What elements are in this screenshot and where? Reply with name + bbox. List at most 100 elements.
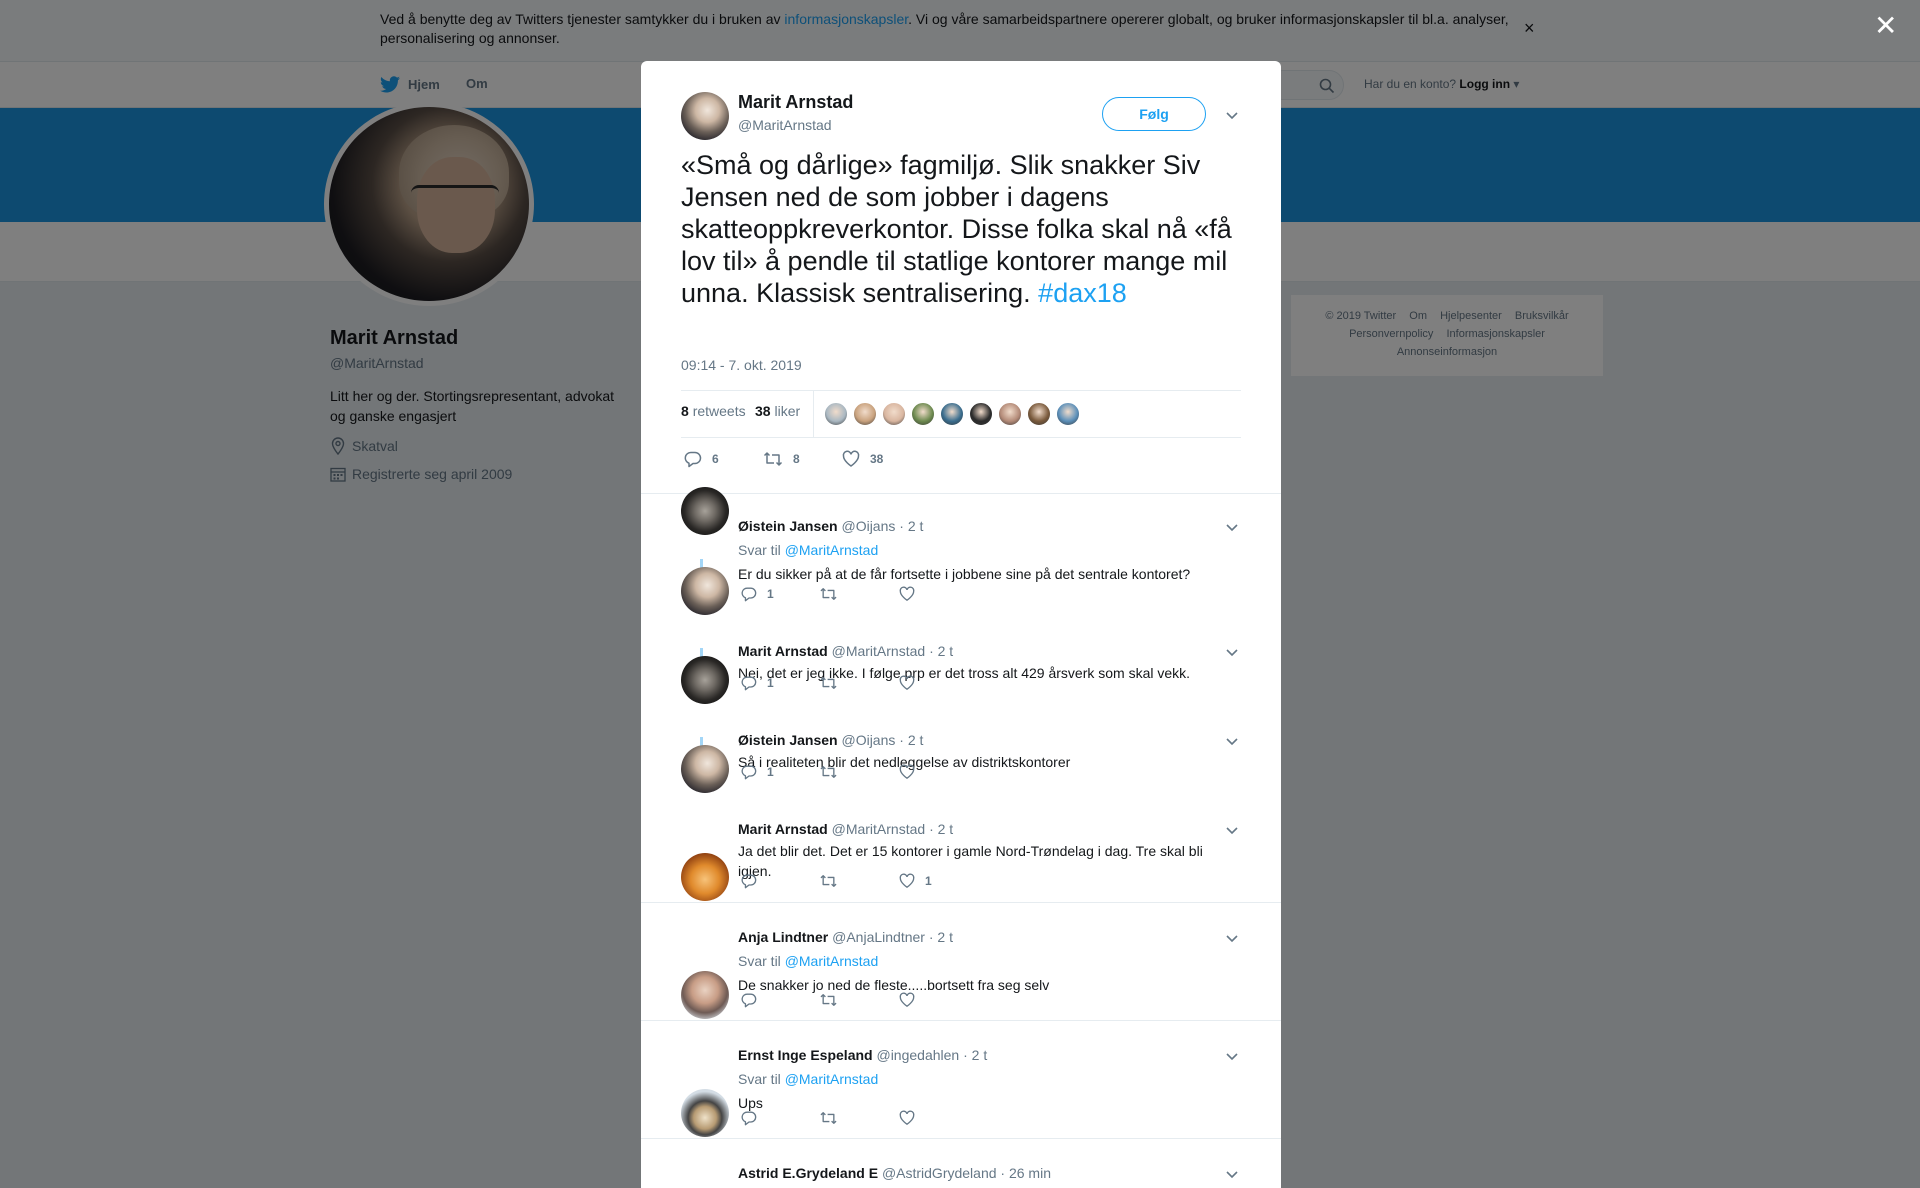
like-action[interactable] [899,586,925,602]
reply-author-handle[interactable]: @Oijans [841,518,895,534]
reply-author-name[interactable]: Øistein Jansen [738,732,838,748]
liker-avatar[interactable] [940,402,964,426]
author-name[interactable]: Marit Arnstad [738,92,853,113]
reply-action[interactable]: 1 [741,586,774,602]
reply-author-name[interactable]: Marit Arnstad [738,821,828,837]
chevron-down-icon[interactable] [1224,735,1240,747]
reply-avatar[interactable] [681,971,729,1019]
reply-action[interactable]: 1 [741,675,774,691]
retweet-action[interactable]: 8 [763,450,800,468]
reply-time[interactable]: · 26 min [1000,1165,1051,1181]
reply-avatar[interactable] [681,567,729,615]
reply-time[interactable]: · 2 t [899,732,923,748]
author-avatar[interactable] [681,92,729,140]
reply-time[interactable]: · 2 t [899,518,923,534]
reply-to-link[interactable]: @MaritArnstad [785,953,879,969]
retweet-action[interactable] [819,1110,848,1126]
liker-avatar[interactable] [969,402,993,426]
reply-header: Marit Arnstad @MaritArnstad · 2 t [738,821,953,837]
tweet-timestamp[interactable]: 09:14 - 7. okt. 2019 [681,357,802,373]
follow-button[interactable]: Følg [1102,97,1206,131]
liker-avatar[interactable] [853,402,877,426]
reply-author-name[interactable]: Anja Lindtner [738,929,828,945]
reply-count: 6 [712,452,719,466]
reply-action[interactable] [741,992,767,1008]
tweet-body: «Små og dårlige» fagmiljø. Slik snakker … [681,150,1232,308]
reply-text: Så i realiteten blir det nedleggelse av … [738,754,1071,770]
reply-header: Øistein Jansen @Oijans · 2 t [738,518,923,534]
reply-icon [741,992,757,1008]
retweet-action[interactable] [819,873,848,889]
reply-avatar[interactable] [681,656,729,704]
chevron-down-icon[interactable] [1224,824,1240,836]
reply-author-name[interactable]: Marit Arnstad [738,643,828,659]
reply-avatar[interactable] [681,853,729,901]
reply-text: Ups [738,1095,763,1111]
heart-icon [899,873,915,889]
divider [641,1138,1281,1139]
liker-avatar[interactable] [1027,402,1051,426]
reply-author-handle[interactable]: @MaritArnstad [832,643,926,659]
heart-icon [899,586,915,602]
liker-avatar[interactable] [882,402,906,426]
chevron-down-icon[interactable] [1224,932,1240,944]
heart-icon [899,675,915,691]
reply-to-link[interactable]: @MaritArnstad [785,542,879,558]
retweet-action[interactable] [819,675,848,691]
reply-to-label: Svar til [738,953,781,969]
reply-avatar[interactable] [681,1089,729,1137]
reply-time[interactable]: · 2 t [929,821,953,837]
retweet-action[interactable] [819,586,848,602]
chevron-down-icon[interactable] [1224,109,1240,121]
reply-author-name[interactable]: Astrid E.Grydeland E [738,1165,878,1181]
retweet-action[interactable] [819,764,848,780]
like-action[interactable]: 1 [899,873,932,889]
reply-author-handle[interactable]: @MaritArnstad [832,821,926,837]
reply-action[interactable]: 1 [741,764,774,780]
reply-action[interactable] [741,873,767,889]
reply-author-handle[interactable]: @Oijans [841,732,895,748]
chevron-down-icon[interactable] [1224,1050,1240,1062]
modal-close-button[interactable]: ✕ [1874,12,1897,40]
hashtag-link[interactable]: #dax18 [1038,278,1127,308]
tweet-modal: Marit Arnstad @MaritArnstad Følg «Små og… [641,61,1281,1188]
heart-icon [899,992,915,1008]
reply-to-link[interactable]: @MaritArnstad [785,1071,879,1087]
reply-author-name[interactable]: Ernst Inge Espeland [738,1047,873,1063]
like-action[interactable] [899,675,925,691]
reply-time[interactable]: · 2 t [929,643,953,659]
like-action[interactable] [899,992,925,1008]
reply-time[interactable]: · 2 t [963,1047,987,1063]
likes-stat[interactable]: 38 liker [755,403,800,419]
reply-author-handle[interactable]: @ingedahlen [876,1047,959,1063]
chevron-down-icon[interactable] [1224,521,1240,533]
likes-count: 38 [755,403,771,419]
liker-avatar[interactable] [911,402,935,426]
reply-author-handle[interactable]: @AstridGrydeland [882,1165,997,1181]
reply-avatar[interactable] [681,487,729,535]
author-handle[interactable]: @MaritArnstad [738,117,832,133]
reply-icon [684,451,702,468]
liker-avatar[interactable] [998,402,1022,426]
like-action[interactable] [899,1110,925,1126]
reply-to-label: Svar til [738,1071,781,1087]
chevron-down-icon[interactable] [1224,1168,1240,1180]
retweet-count: 8 [793,452,800,466]
retweet-action[interactable] [819,992,848,1008]
reply-avatar[interactable] [681,745,729,793]
like-action[interactable]: 38 [842,450,883,468]
liker-avatar[interactable] [1056,402,1080,426]
reply-action[interactable]: 6 [684,450,719,468]
reply-author-name[interactable]: Øistein Jansen [738,518,838,534]
reply-action[interactable] [741,1110,767,1126]
retweets-stat[interactable]: 8 retweets [681,403,746,419]
retweets-label: retweets [692,403,746,419]
liker-avatar[interactable] [824,402,848,426]
reply-author-handle[interactable]: @AnjaLindtner [832,929,925,945]
reply-header: Marit Arnstad @MaritArnstad · 2 t [738,643,953,659]
chevron-down-icon[interactable] [1224,646,1240,658]
retweet-icon [819,992,838,1008]
reply-time[interactable]: · 2 t [929,929,953,945]
like-action[interactable] [899,764,925,780]
reply-to: Svar til @MaritArnstad [738,953,878,969]
